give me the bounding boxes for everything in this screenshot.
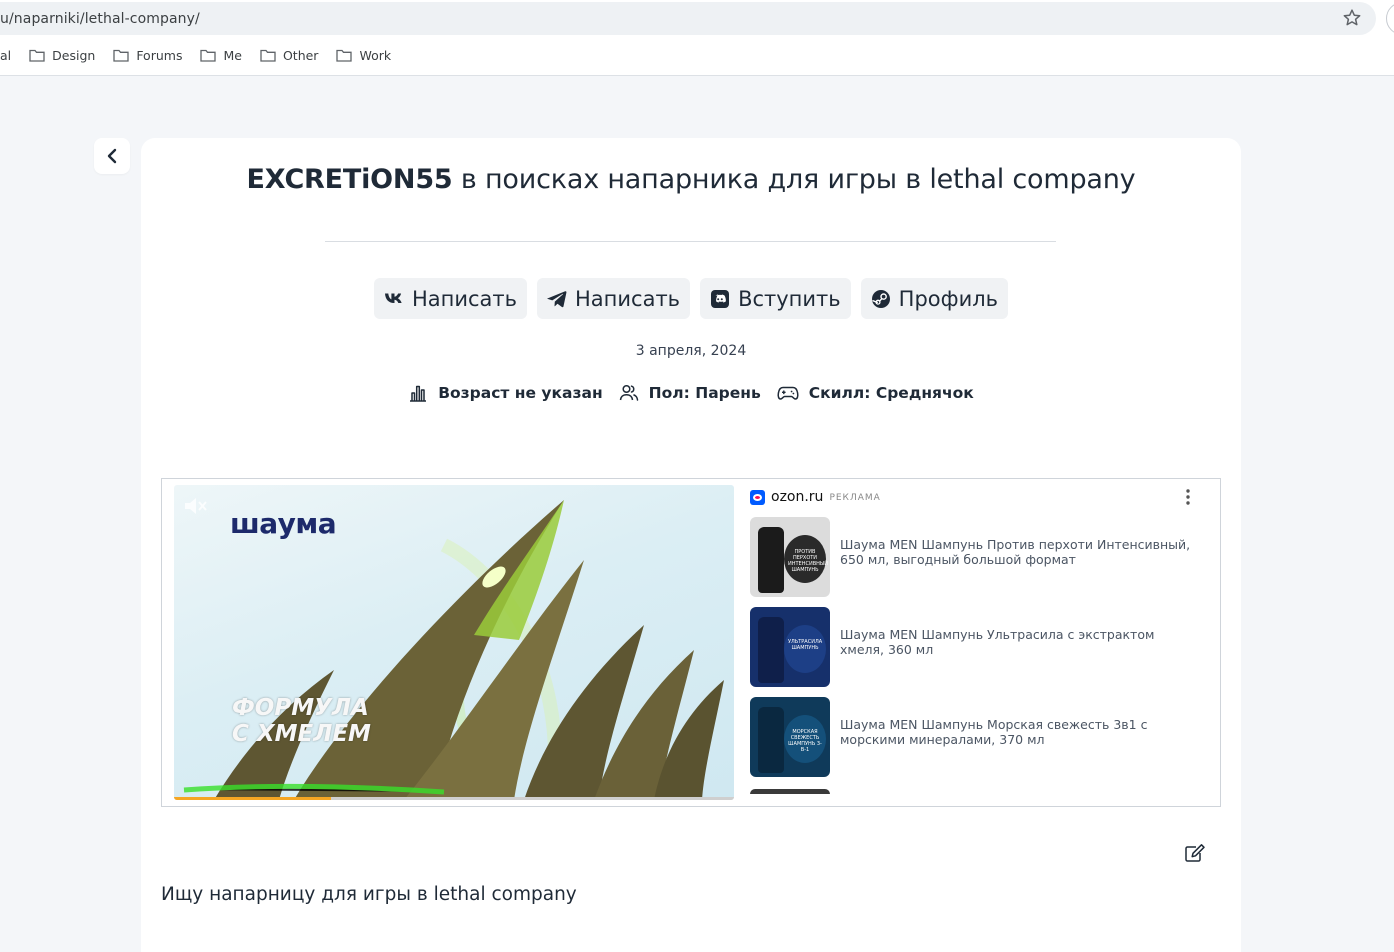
discord-join-button[interactable]: Вступить <box>700 278 851 319</box>
product-image-partial <box>750 789 830 794</box>
product-image: ПРОТИВ ПЕРХОТИ ИНТЕНСИВНЫЙ ШАМПУНЬ <box>750 517 830 597</box>
ad-slogan: ФОРМУЛА С ХМЕЛЕМ <box>232 695 371 747</box>
address-bar[interactable]: u/naparniki/lethal-company/ <box>0 2 1376 35</box>
ad-product-item[interactable]: УЛЬТРАСИЛА ШАМПУНЬ Шаума MEN Шампунь Уль… <box>750 607 1200 687</box>
product-bottle <box>758 527 784 593</box>
skill-info: Скилл: Среднячок <box>777 384 974 402</box>
product-bottle <box>758 707 784 773</box>
steam-profile-button[interactable]: Профиль <box>860 278 1009 319</box>
ad-product-list: ozon.ru РЕКЛАМА ПРОТИВ ПЕРХОТИ ИНТЕНСИВН… <box>750 479 1220 806</box>
bookmark-label: Design <box>52 47 96 63</box>
button-label: Профиль <box>898 286 999 311</box>
author-nickname[interactable]: EXCRETiON55 <box>247 164 453 195</box>
product-image: МОРСКАЯ СВЕЖЕСТЬ ШАМПУНЬ 3-В-1 <box>750 697 830 777</box>
product-jar-text: УЛЬТРАСИЛА ШАМПУНЬ <box>788 639 823 651</box>
player-meta: Возраст не указан Пол: Парень Скилл: Сре… <box>141 383 1241 403</box>
video-progress-fill <box>174 797 331 800</box>
bookmark-label: al <box>0 47 12 63</box>
ad-product-item[interactable]: МОРСКАЯ СВЕЖЕСТЬ ШАМПУНЬ 3-В-1 Шаума MEN… <box>750 697 1200 777</box>
title-text: в поисках напарника для игры в lethal co… <box>452 164 1136 195</box>
url-text[interactable]: u/naparniki/lethal-company/ <box>0 11 200 27</box>
ozon-logo-icon <box>750 489 765 505</box>
video-progress-bar[interactable] <box>174 797 734 800</box>
bookmark-item[interactable]: al <box>0 48 11 63</box>
ad-product-item[interactable]: ПРОТИВ ПЕРХОТИ ИНТЕНСИВНЫЙ ШАМПУНЬ Шаума… <box>750 517 1200 597</box>
product-title: Шаума MEN Шампунь Против перхоти Интенси… <box>840 537 1191 567</box>
bookmark-label: Work <box>359 47 392 63</box>
ad-advertiser: ozon.ru <box>771 489 824 505</box>
bookmark-label: Other <box>282 47 319 63</box>
steam-icon <box>871 289 890 308</box>
product-jar: УЛЬТРАСИЛА ШАМПУНЬ <box>784 625 826 673</box>
title-divider <box>325 241 1056 242</box>
product-jar-text: МОРСКАЯ СВЕЖЕСТЬ ШАМПУНЬ 3-В-1 <box>788 729 822 753</box>
bookmarks-bar: al Design Forums Me Other Work <box>0 44 409 66</box>
ad-slogan-line: ФОРМУЛА <box>232 695 369 721</box>
bar-chart-icon <box>410 385 427 402</box>
post-date: 3 апреля, 2024 <box>635 343 747 359</box>
bookmark-star-icon[interactable] <box>1342 8 1362 28</box>
button-label: Вступить <box>738 286 841 311</box>
users-icon <box>619 384 638 401</box>
edit-icon[interactable] <box>1184 843 1206 863</box>
ad-video[interactable]: шаума ФОРМУЛА С ХМЕЛЕМ <box>174 485 734 800</box>
product-title: Шаума MEN Шампунь Ультрасила с экстракто… <box>840 627 1155 657</box>
gender-text: Пол: Парень <box>648 384 761 402</box>
bookmark-label: Me <box>223 47 242 63</box>
folder-icon <box>336 49 353 62</box>
skill-text: Скилл: Среднячок <box>808 384 974 402</box>
folder-icon <box>29 49 45 62</box>
post-card: EXCRETiON55 в поисках напарника для игры… <box>141 138 1241 952</box>
product-bottle <box>758 617 784 683</box>
ad-label: РЕКЛАМА <box>829 493 881 503</box>
product-image: УЛЬТРАСИЛА ШАМПУНЬ <box>750 607 830 687</box>
gender-info: Пол: Парень <box>619 383 761 403</box>
product-jar: ПРОТИВ ПЕРХОТИ ИНТЕНСИВНЫЙ ШАМПУНЬ <box>784 535 829 583</box>
button-label: Написать <box>575 286 681 311</box>
bookmark-label: Forums <box>136 47 183 63</box>
profile-button[interactable] <box>1386 2 1394 35</box>
bookmark-folder-design[interactable]: Design <box>29 48 95 63</box>
ad-slogan-line: С ХМЕЛЕМ <box>232 721 371 747</box>
browser-chrome: u/naparniki/lethal-company/ al Design Fo… <box>0 0 1394 76</box>
age-text: Возраст не указан <box>438 384 603 402</box>
telegram-icon <box>547 290 567 307</box>
ad-banner[interactable]: шаума ФОРМУЛА С ХМЕЛЕМ ozon.ru РЕКЛАМА П… <box>161 478 1221 807</box>
product-jar-text: ПРОТИВ ПЕРХОТИ ИНТЕНСИВНЫЙ ШАМПУНЬ <box>788 549 829 573</box>
folder-icon <box>113 49 129 62</box>
page-title: EXCRETiON55 в поисках напарника для игры… <box>141 164 1241 195</box>
vk-write-button[interactable]: Написать <box>373 278 527 319</box>
telegram-write-button[interactable]: Написать <box>537 278 691 319</box>
ad-brand-logo: шаума <box>230 507 337 540</box>
folder-icon <box>260 49 276 62</box>
back-button[interactable] <box>94 138 130 174</box>
button-label: Написать <box>411 286 517 311</box>
ad-header[interactable]: ozon.ru РЕКЛАМА <box>750 489 881 505</box>
bookmark-folder-me[interactable]: Me <box>200 47 242 63</box>
bookmark-folder-work[interactable]: Work <box>336 48 391 63</box>
more-vertical-icon[interactable] <box>1186 489 1190 505</box>
post-description: Ищу напарницу для игры в lethal company <box>161 884 577 905</box>
product-title: Шаума MEN Шампунь Морская свежесть 3в1 с… <box>840 717 1148 747</box>
bookmark-folder-other[interactable]: Other <box>260 47 319 63</box>
discord-icon <box>711 289 730 308</box>
mute-icon[interactable] <box>182 495 210 517</box>
gamepad-icon <box>777 386 799 400</box>
chevron-left-icon <box>107 148 117 164</box>
contact-buttons: Написать Написать Вступить Профиль <box>141 278 1241 319</box>
folder-icon <box>200 49 217 62</box>
vk-icon <box>384 293 402 303</box>
age-info: Возраст не указан <box>408 383 603 403</box>
product-jar: МОРСКАЯ СВЕЖЕСТЬ ШАМПУНЬ 3-В-1 <box>784 715 826 763</box>
bookmark-folder-forums[interactable]: Forums <box>113 48 182 63</box>
